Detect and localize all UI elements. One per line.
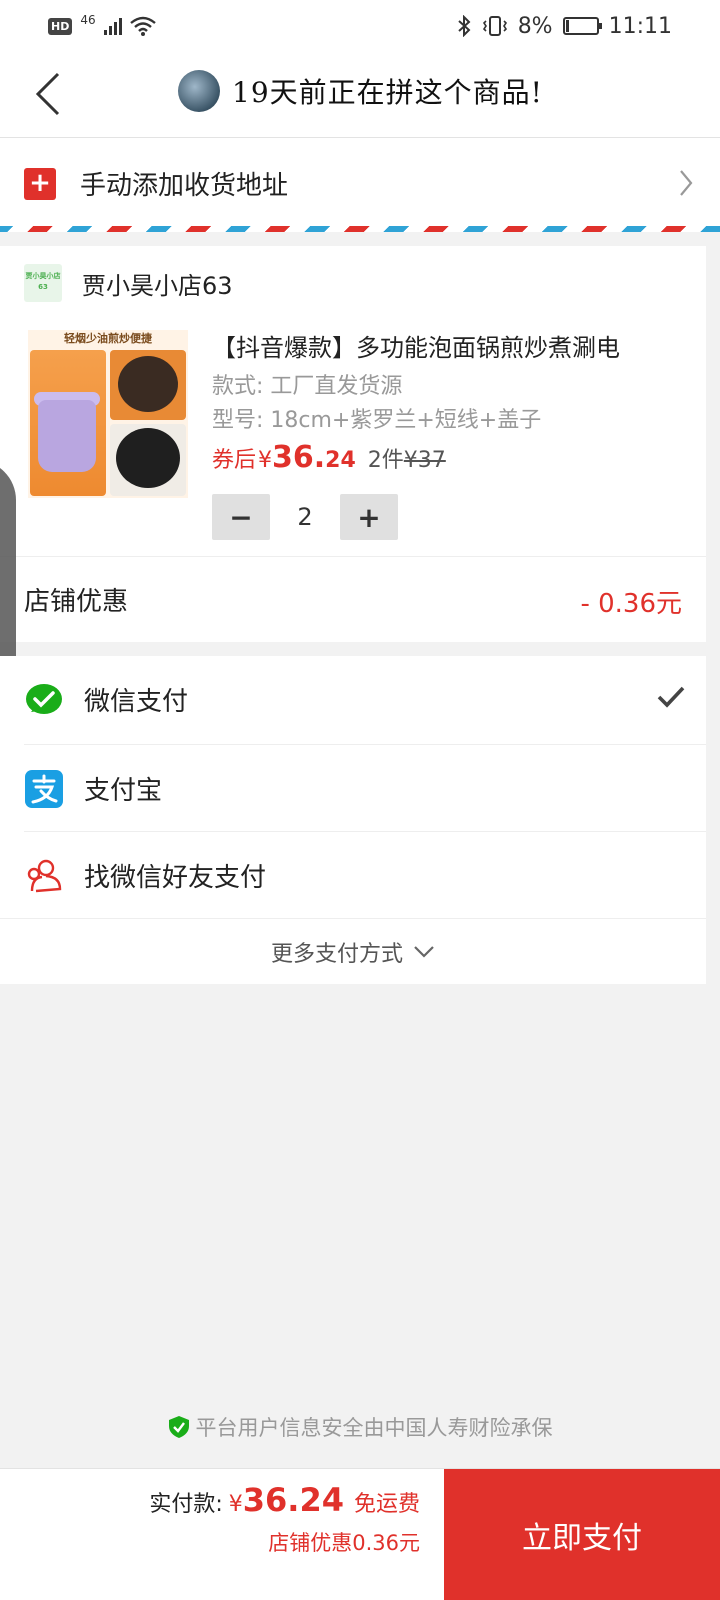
payment-option-friend[interactable]: 找微信好友支付 (24, 831, 706, 918)
bluetooth-icon (458, 15, 471, 37)
alipay-icon (25, 770, 63, 808)
checkout-bar: 实付款: ¥ 36.24 免运费 店铺优惠0.36元 立即支付 (0, 1468, 720, 1600)
price-decimal: 24 (325, 448, 356, 473)
order-card: 贾小昊小店63 贾小昊小店63 轻烟少油煎炒便捷 【抖音爆款】多功能泡面锅煎炒煮… (0, 246, 706, 642)
payment-option-alipay[interactable]: 支付宝 (24, 744, 706, 831)
wifi-icon (129, 16, 156, 36)
payment-label: 微信支付 (84, 687, 189, 717)
chevron-down-icon (414, 945, 434, 958)
signal-icon (103, 17, 122, 35)
back-chevron-icon (35, 72, 60, 116)
add-address-plus-icon: + (24, 168, 56, 200)
decrease-quantity-button[interactable]: − (212, 494, 270, 540)
payment-label: 找微信好友支付 (84, 863, 267, 893)
total-label: 实付款: (149, 1492, 223, 1517)
add-address-label: 手动添加收货地址 (80, 171, 289, 201)
shop-logo: 贾小昊小店63 (24, 264, 62, 302)
back-button[interactable] (20, 66, 76, 122)
price-integer: 36. (272, 440, 326, 475)
shipping-label: 免运费 (353, 1492, 420, 1517)
price-label: 券后 (212, 448, 257, 473)
total-currency: ¥ (228, 1492, 243, 1517)
header: 19天前正在拼这个商品! (0, 52, 720, 138)
clock: 11:11 (608, 13, 672, 39)
header-title-group: 19天前正在拼这个商品! (178, 70, 543, 112)
quantity-value: 2 (297, 503, 313, 531)
status-bar: HD 46 8% 11:11 (0, 0, 720, 52)
product-spec-model: 型号: 18cm+紫罗兰+短线+盖子 (212, 408, 542, 433)
more-payment-label: 更多支付方式 (270, 941, 403, 967)
shop-discount-label: 店铺优惠 (24, 587, 129, 617)
price-currency: ¥ (258, 448, 273, 473)
airmail-divider (0, 226, 720, 232)
vibrate-icon (482, 16, 507, 36)
avatar (178, 70, 220, 112)
original-price: ¥37 (403, 448, 446, 473)
increase-quantity-button[interactable]: + (340, 494, 398, 540)
total-line: 实付款: ¥ 36.24 免运费 (149, 1481, 420, 1519)
checkmark-icon (657, 686, 685, 708)
more-payment-methods[interactable]: 更多支付方式 (0, 918, 706, 984)
chevron-right-icon (680, 170, 693, 196)
pay-now-button[interactable]: 立即支付 (444, 1469, 720, 1600)
total-discount: 店铺优惠0.36元 (268, 1531, 420, 1555)
payment-label: 支付宝 (84, 776, 163, 806)
shop-name[interactable]: 贾小昊小店63 (82, 266, 233, 301)
product-image-caption: 轻烟少油煎炒便捷 (64, 332, 152, 345)
shield-icon (168, 1416, 189, 1438)
status-right: 8% 11:11 (456, 14, 672, 39)
friends-icon (27, 859, 62, 893)
product-title[interactable]: 【抖音爆款】多功能泡面锅煎炒煮涮电 (212, 328, 706, 363)
total-amount: 36.24 (242, 1481, 344, 1519)
network-type: 46 (80, 13, 96, 27)
quantity-stepper: − 2 + (212, 494, 398, 540)
product-spec-style: 款式: 工厂直发货源 (212, 374, 403, 399)
payment-methods: 微信支付 支付宝 找微信好友支付 更多支付方式 (0, 656, 706, 984)
battery-icon (562, 17, 602, 35)
hd-badge: HD (48, 17, 73, 35)
shop-discount-row: 店铺优惠 - 0.36元 (0, 556, 706, 642)
price-row: 券后 ¥ 36. 24 2件 ¥37 (212, 440, 446, 475)
product-image[interactable]: 轻烟少油煎炒便捷 (28, 330, 188, 498)
status-left: HD 46 (48, 13, 156, 36)
add-address-row[interactable]: + 手动添加收货地址 (0, 138, 720, 230)
security-note-text: 平台用户信息安全由中国人寿财险承保 (195, 1416, 553, 1440)
payment-option-wechat[interactable]: 微信支付 (24, 656, 706, 743)
page-title: 19天前正在拼这个商品! (232, 76, 543, 109)
wechat-pay-icon (26, 684, 62, 714)
shop-discount-value: - 0.36元 (580, 589, 682, 619)
security-note: 平台用户信息安全由中国人寿财险承保 (0, 1412, 720, 1442)
battery-percent: 8% (517, 13, 553, 39)
item-count: 2件 (367, 448, 404, 473)
